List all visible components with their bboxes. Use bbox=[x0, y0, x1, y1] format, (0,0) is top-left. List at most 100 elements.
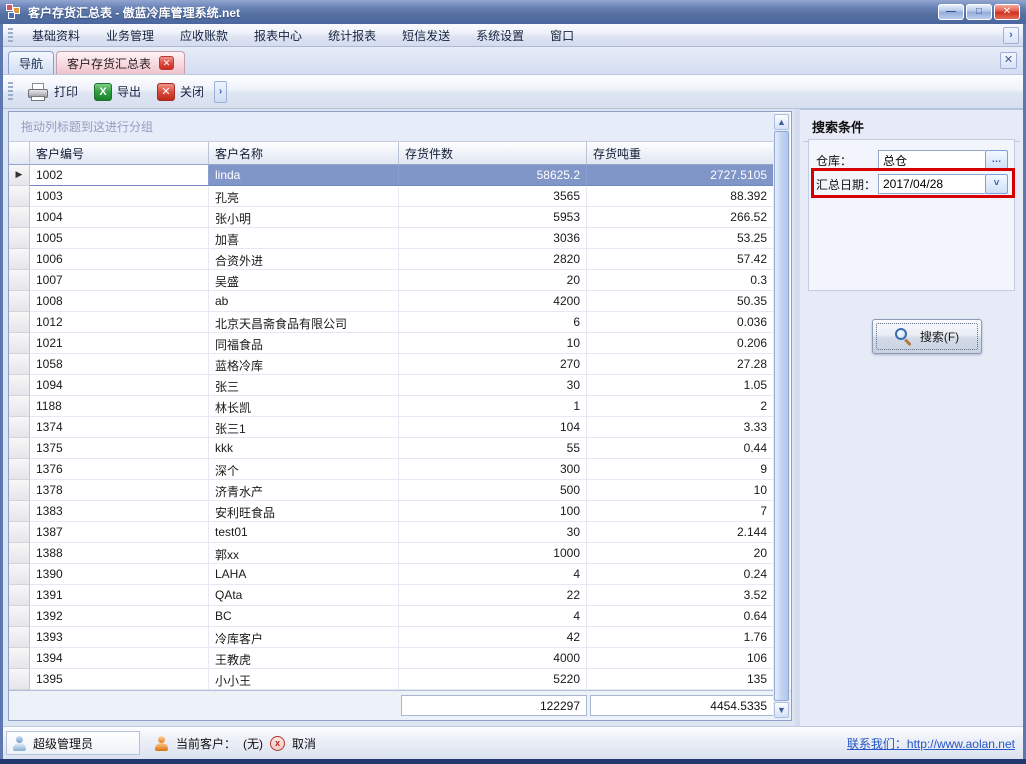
cell-qty[interactable]: 2820 bbox=[399, 249, 587, 270]
close-view-button[interactable]: ✕ 关闭 bbox=[149, 79, 212, 105]
table-row[interactable]: 1394王教虎4000106 bbox=[9, 648, 791, 669]
menu-item[interactable]: 窗口 bbox=[537, 24, 587, 47]
cell-code[interactable]: 1390 bbox=[30, 564, 209, 585]
cell-name[interactable]: QAta bbox=[209, 585, 399, 606]
cell-qty[interactable]: 500 bbox=[399, 480, 587, 501]
cell-name[interactable]: kkk bbox=[209, 438, 399, 459]
cell-qty[interactable]: 10 bbox=[399, 333, 587, 354]
row-indicator[interactable] bbox=[9, 291, 30, 312]
table-row[interactable]: 1388郭xx100020 bbox=[9, 543, 791, 564]
cell-code[interactable]: 1393 bbox=[30, 627, 209, 648]
cell-qty[interactable]: 270 bbox=[399, 354, 587, 375]
cell-name[interactable]: 冷库客户 bbox=[209, 627, 399, 648]
cell-qty[interactable]: 42 bbox=[399, 627, 587, 648]
table-row[interactable]: 1378济青水产50010 bbox=[9, 480, 791, 501]
cell-qty[interactable]: 5220 bbox=[399, 669, 587, 690]
table-row[interactable]: 1387test01302.144 bbox=[9, 522, 791, 543]
row-indicator[interactable] bbox=[9, 480, 30, 501]
cell-code[interactable]: 1374 bbox=[30, 417, 209, 438]
cell-weight[interactable]: 53.25 bbox=[587, 228, 774, 249]
row-indicator[interactable] bbox=[9, 312, 30, 333]
cell-qty[interactable]: 4 bbox=[399, 606, 587, 627]
row-indicator[interactable] bbox=[9, 207, 30, 228]
cell-qty[interactable]: 30 bbox=[399, 375, 587, 396]
column-header[interactable]: 存货件数 bbox=[399, 142, 587, 165]
cell-weight[interactable]: 0.036 bbox=[587, 312, 774, 333]
cell-qty[interactable]: 30 bbox=[399, 522, 587, 543]
menu-item[interactable]: 短信发送 bbox=[389, 24, 463, 47]
cell-code[interactable]: 1003 bbox=[30, 186, 209, 207]
group-by-panel[interactable]: 拖动列标题到这进行分组 bbox=[9, 112, 774, 142]
cell-code[interactable]: 1388 bbox=[30, 543, 209, 564]
row-indicator[interactable] bbox=[9, 564, 30, 585]
export-button[interactable]: X 导出 bbox=[86, 79, 149, 105]
grid-vertical-scrollbar[interactable]: ▲ ▼ bbox=[773, 113, 790, 719]
cell-name[interactable]: 北京天昌斋食品有限公司 bbox=[209, 312, 399, 333]
row-indicator[interactable] bbox=[9, 249, 30, 270]
cell-weight[interactable]: 2727.5105 bbox=[587, 165, 774, 186]
table-row[interactable]: 1395小小王5220135 bbox=[9, 669, 791, 690]
row-indicator[interactable] bbox=[9, 606, 30, 627]
cell-name[interactable]: 张三1 bbox=[209, 417, 399, 438]
row-indicator[interactable] bbox=[9, 396, 30, 417]
row-indicator[interactable] bbox=[9, 501, 30, 522]
table-row[interactable]: 1012北京天昌斋食品有限公司60.036 bbox=[9, 312, 791, 333]
menu-overflow-chevron-icon[interactable]: › bbox=[1003, 27, 1019, 44]
row-indicator[interactable] bbox=[9, 585, 30, 606]
cell-code[interactable]: 1394 bbox=[30, 648, 209, 669]
table-row[interactable]: 1094张三301.05 bbox=[9, 375, 791, 396]
row-indicator[interactable] bbox=[9, 648, 30, 669]
cell-name[interactable]: 深个 bbox=[209, 459, 399, 480]
scroll-up-icon[interactable]: ▲ bbox=[774, 114, 789, 130]
cell-weight[interactable]: 0.3 bbox=[587, 270, 774, 291]
cell-name[interactable]: 安利旺食品 bbox=[209, 501, 399, 522]
cell-code[interactable]: 1012 bbox=[30, 312, 209, 333]
cell-weight[interactable]: 3.33 bbox=[587, 417, 774, 438]
cell-weight[interactable]: 1.76 bbox=[587, 627, 774, 648]
cell-code[interactable]: 1378 bbox=[30, 480, 209, 501]
maximize-button[interactable]: □ bbox=[966, 4, 992, 20]
warehouse-ellipsis-button[interactable]: … bbox=[985, 150, 1008, 170]
cell-name[interactable]: 吴盛 bbox=[209, 270, 399, 291]
search-button[interactable]: 搜索(F) bbox=[872, 319, 982, 354]
cell-name[interactable]: BC bbox=[209, 606, 399, 627]
menu-item[interactable]: 应收账款 bbox=[167, 24, 241, 47]
cell-name[interactable]: 郭xx bbox=[209, 543, 399, 564]
menu-item[interactable]: 报表中心 bbox=[241, 24, 315, 47]
table-row[interactable]: 1003孔亮356588.392 bbox=[9, 186, 791, 207]
cell-name[interactable]: 小小王 bbox=[209, 669, 399, 690]
cell-code[interactable]: 1004 bbox=[30, 207, 209, 228]
row-indicator[interactable] bbox=[9, 669, 30, 690]
tab-customer-inventory-summary[interactable]: 客户存货汇总表 ✕ bbox=[56, 51, 185, 74]
cell-weight[interactable]: 2 bbox=[587, 396, 774, 417]
row-indicator[interactable] bbox=[9, 333, 30, 354]
menu-item[interactable]: 系统设置 bbox=[463, 24, 537, 47]
cell-weight[interactable]: 1.05 bbox=[587, 375, 774, 396]
cell-name[interactable]: linda bbox=[209, 165, 399, 186]
table-row[interactable]: 1376深个3009 bbox=[9, 459, 791, 480]
cell-qty[interactable]: 104 bbox=[399, 417, 587, 438]
row-indicator[interactable] bbox=[9, 186, 30, 207]
column-header[interactable]: 客户名称 bbox=[209, 142, 399, 165]
row-indicator[interactable] bbox=[9, 459, 30, 480]
cell-name[interactable]: 林长凯 bbox=[209, 396, 399, 417]
cell-weight[interactable]: 10 bbox=[587, 480, 774, 501]
cell-qty[interactable]: 6 bbox=[399, 312, 587, 333]
cell-qty[interactable]: 5953 bbox=[399, 207, 587, 228]
cancel-icon[interactable]: x bbox=[270, 736, 285, 751]
cell-weight[interactable]: 20 bbox=[587, 543, 774, 564]
column-header[interactable]: 存货吨重 bbox=[587, 142, 774, 165]
cell-code[interactable]: 1383 bbox=[30, 501, 209, 522]
cell-qty[interactable]: 4 bbox=[399, 564, 587, 585]
table-row[interactable]: 1007吴盛200.3 bbox=[9, 270, 791, 291]
cell-name[interactable]: 蓝格冷库 bbox=[209, 354, 399, 375]
column-header[interactable]: 客户编号 bbox=[30, 142, 209, 165]
table-row[interactable]: 1004张小明5953266.52 bbox=[9, 207, 791, 228]
cell-weight[interactable]: 0.44 bbox=[587, 438, 774, 459]
cell-weight[interactable]: 57.42 bbox=[587, 249, 774, 270]
toolbar-overflow-chevron-icon[interactable]: › bbox=[214, 81, 227, 103]
cell-weight[interactable]: 0.64 bbox=[587, 606, 774, 627]
summary-date-dropdown-icon[interactable]: ˅ bbox=[985, 174, 1008, 194]
cell-name[interactable]: 济青水产 bbox=[209, 480, 399, 501]
cell-weight[interactable]: 0.206 bbox=[587, 333, 774, 354]
